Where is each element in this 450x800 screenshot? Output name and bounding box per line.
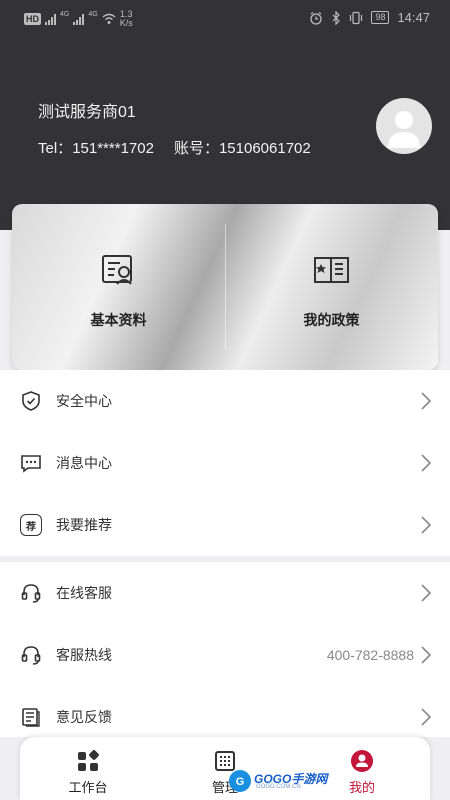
user-contact-info: Tel：151****1702 账号：15106061702: [38, 137, 311, 158]
signal-icon: [45, 13, 56, 25]
recommend-badge-text: 荐: [26, 521, 36, 533]
basic-info-button[interactable]: 基本资料: [12, 204, 225, 370]
recommend-badge-icon: 荐: [20, 514, 42, 536]
menu-item-online-service[interactable]: 在线客服: [0, 562, 450, 624]
chevron-right-icon: [421, 584, 432, 602]
svg-text:G: G: [236, 776, 245, 788]
headset-icon: [21, 646, 41, 665]
chevron-right-icon: [421, 392, 432, 410]
menu-group-account: 安全中心 消息中心 荐 我要推荐: [0, 370, 450, 556]
tab-label: 工作台: [68, 780, 108, 795]
menu-label: 在线客服: [56, 585, 112, 601]
user-icon: [351, 750, 373, 772]
menu-item-message-center[interactable]: 消息中心: [0, 432, 450, 494]
profile-header: HD 4G 4G 1.3 K/s 98 14:47 测试服务商01 Tel：15…: [0, 0, 450, 230]
battery-icon: 98: [371, 11, 390, 24]
feedback-doc-icon: [22, 708, 40, 727]
menu-group-support: 在线客服 客服热线 400-782-8888 意见反馈: [0, 562, 450, 737]
network-type-2: 4G: [88, 10, 98, 18]
profile-doc-icon: [101, 255, 132, 285]
menu-item-security-center[interactable]: 安全中心: [0, 370, 450, 432]
bluetooth-icon: [333, 10, 341, 25]
menu-label: 安全中心: [56, 393, 112, 409]
tab-workbench[interactable]: 工作台: [20, 737, 156, 800]
user-name: 测试服务商01: [38, 104, 136, 121]
my-policy-label: 我的政策: [303, 312, 360, 328]
tel-value: 151****1702: [72, 140, 154, 157]
chevron-right-icon: [421, 454, 432, 472]
network-speed: 1.3 K/s: [120, 10, 133, 28]
message-icon: [21, 455, 41, 473]
account-value: 15106061702: [218, 140, 311, 157]
status-time: 14:47: [397, 10, 430, 25]
account-info: 账号：15106061702: [174, 137, 311, 158]
site-watermark: G GOGO手游网 GOGO.COM.CN: [228, 766, 328, 796]
wifi-icon: [102, 13, 116, 24]
menu-label: 消息中心: [56, 455, 112, 471]
default-avatar-icon: [388, 111, 420, 148]
speed-unit: K/s: [119, 18, 133, 28]
basic-info-label: 基本资料: [90, 312, 147, 328]
menu-label: 我要推荐: [56, 517, 112, 533]
headset-icon: [21, 584, 41, 603]
account-label: 账号：: [173, 140, 219, 157]
policy-book-icon: [313, 257, 349, 283]
chevron-right-icon: [421, 516, 432, 534]
quick-access-card: 基本资料 我的政策: [12, 204, 438, 370]
shield-check-icon: [22, 391, 40, 411]
status-left: HD 4G 4G 1.3 K/s: [24, 10, 133, 28]
watermark-logo-icon: G: [229, 770, 251, 792]
signal-icon-2: [73, 13, 85, 25]
watermark-subtext: GOGO.COM.CN: [256, 784, 301, 790]
dashboard-icon: [78, 750, 99, 771]
tel-label: Tel：: [38, 140, 73, 157]
status-right: 98 14:47: [309, 10, 430, 25]
chevron-right-icon: [421, 708, 432, 726]
alarm-icon: [310, 11, 323, 25]
network-type-1: 4G: [60, 10, 70, 18]
menu-label: 客服热线: [56, 647, 112, 663]
chevron-right-icon: [421, 646, 432, 664]
status-bar: HD 4G 4G 1.3 K/s 98 14:47: [0, 0, 450, 36]
avatar[interactable]: [376, 98, 432, 154]
tel-info: Tel：151****1702: [38, 137, 154, 158]
hd-badge: HD: [24, 13, 41, 25]
bottom-tab-bar: 工作台 管理 我的: [20, 737, 430, 800]
menu-item-service-hotline[interactable]: 客服热线 400-782-8888: [0, 624, 450, 686]
vibrate-icon: [350, 11, 363, 24]
my-policy-button[interactable]: 我的政策: [225, 204, 438, 370]
hotline-number[interactable]: 400-782-8888: [327, 647, 414, 663]
menu-label: 意见反馈: [56, 709, 112, 725]
menu-item-recommend[interactable]: 荐 我要推荐: [0, 494, 450, 556]
